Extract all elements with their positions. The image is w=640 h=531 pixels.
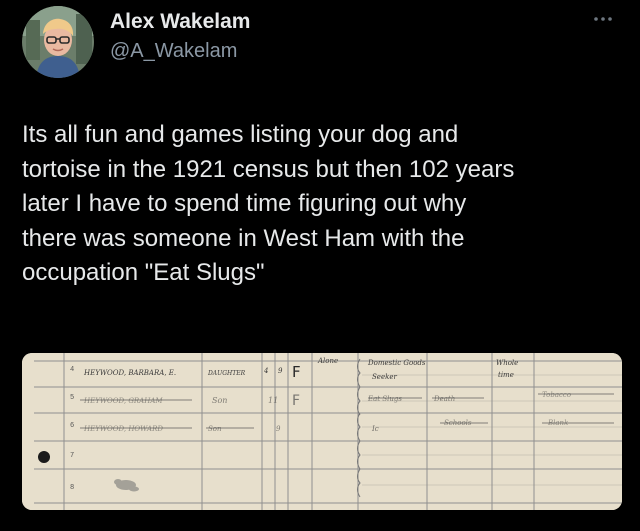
row6-age: 9 bbox=[276, 425, 281, 433]
row5-name: HEYWOOD, GRAHAM bbox=[83, 397, 163, 405]
row-number-6: 6 bbox=[70, 422, 74, 430]
row4-months: 9 bbox=[278, 367, 283, 375]
row6-name: HEYWOOD, HOWARD bbox=[83, 425, 163, 433]
avatar-image bbox=[22, 6, 94, 78]
avatar[interactable] bbox=[22, 6, 94, 78]
row5-extra: Tobacco bbox=[542, 391, 571, 399]
row5-age: 11 bbox=[268, 396, 278, 405]
row-number-5: 5 bbox=[70, 394, 74, 402]
row5-employer: Death bbox=[433, 395, 455, 403]
row6-occupation: Ic bbox=[371, 425, 379, 433]
row5-relationship: Son bbox=[212, 396, 227, 405]
user-handle[interactable]: @A_Wakelam bbox=[110, 38, 237, 64]
row6-relationship: Son bbox=[208, 425, 222, 433]
tweet: Alex Wakelam @A_Wakelam Its all fun and … bbox=[0, 0, 640, 531]
more-options-icon[interactable] bbox=[592, 12, 614, 26]
tweet-text: Its all fun and games listing your dog a… bbox=[22, 121, 515, 286]
row4-occupation-bottom: Seeker bbox=[372, 373, 397, 381]
row5-occupation: Eat Slugs bbox=[367, 395, 402, 403]
census-record-image: 4 5 6 7 8 HEYWOOD, BARBARA, E. DAUGHTER … bbox=[22, 353, 622, 510]
row4-marital: Alone bbox=[317, 357, 338, 365]
row4-sex: F bbox=[292, 363, 301, 381]
row4-time-top: Whole bbox=[496, 359, 518, 367]
row-number-7: 7 bbox=[70, 452, 74, 460]
row-number-8: 8 bbox=[70, 484, 74, 492]
row4-occupation-top: Domestic Goods bbox=[367, 359, 426, 367]
row4-time-bottom: time bbox=[498, 371, 514, 379]
row5-sex: F bbox=[292, 393, 300, 409]
row-number-4: 4 bbox=[70, 366, 74, 374]
tweet-media-image[interactable]: 4 5 6 7 8 HEYWOOD, BARBARA, E. DAUGHTER … bbox=[22, 353, 622, 510]
punch-hole bbox=[38, 451, 50, 463]
row4-name: HEYWOOD, BARBARA, E. bbox=[83, 369, 176, 377]
row4-relationship: DAUGHTER bbox=[207, 370, 246, 377]
display-name[interactable]: Alex Wakelam bbox=[110, 9, 250, 35]
row4-age: 4 bbox=[263, 367, 268, 375]
